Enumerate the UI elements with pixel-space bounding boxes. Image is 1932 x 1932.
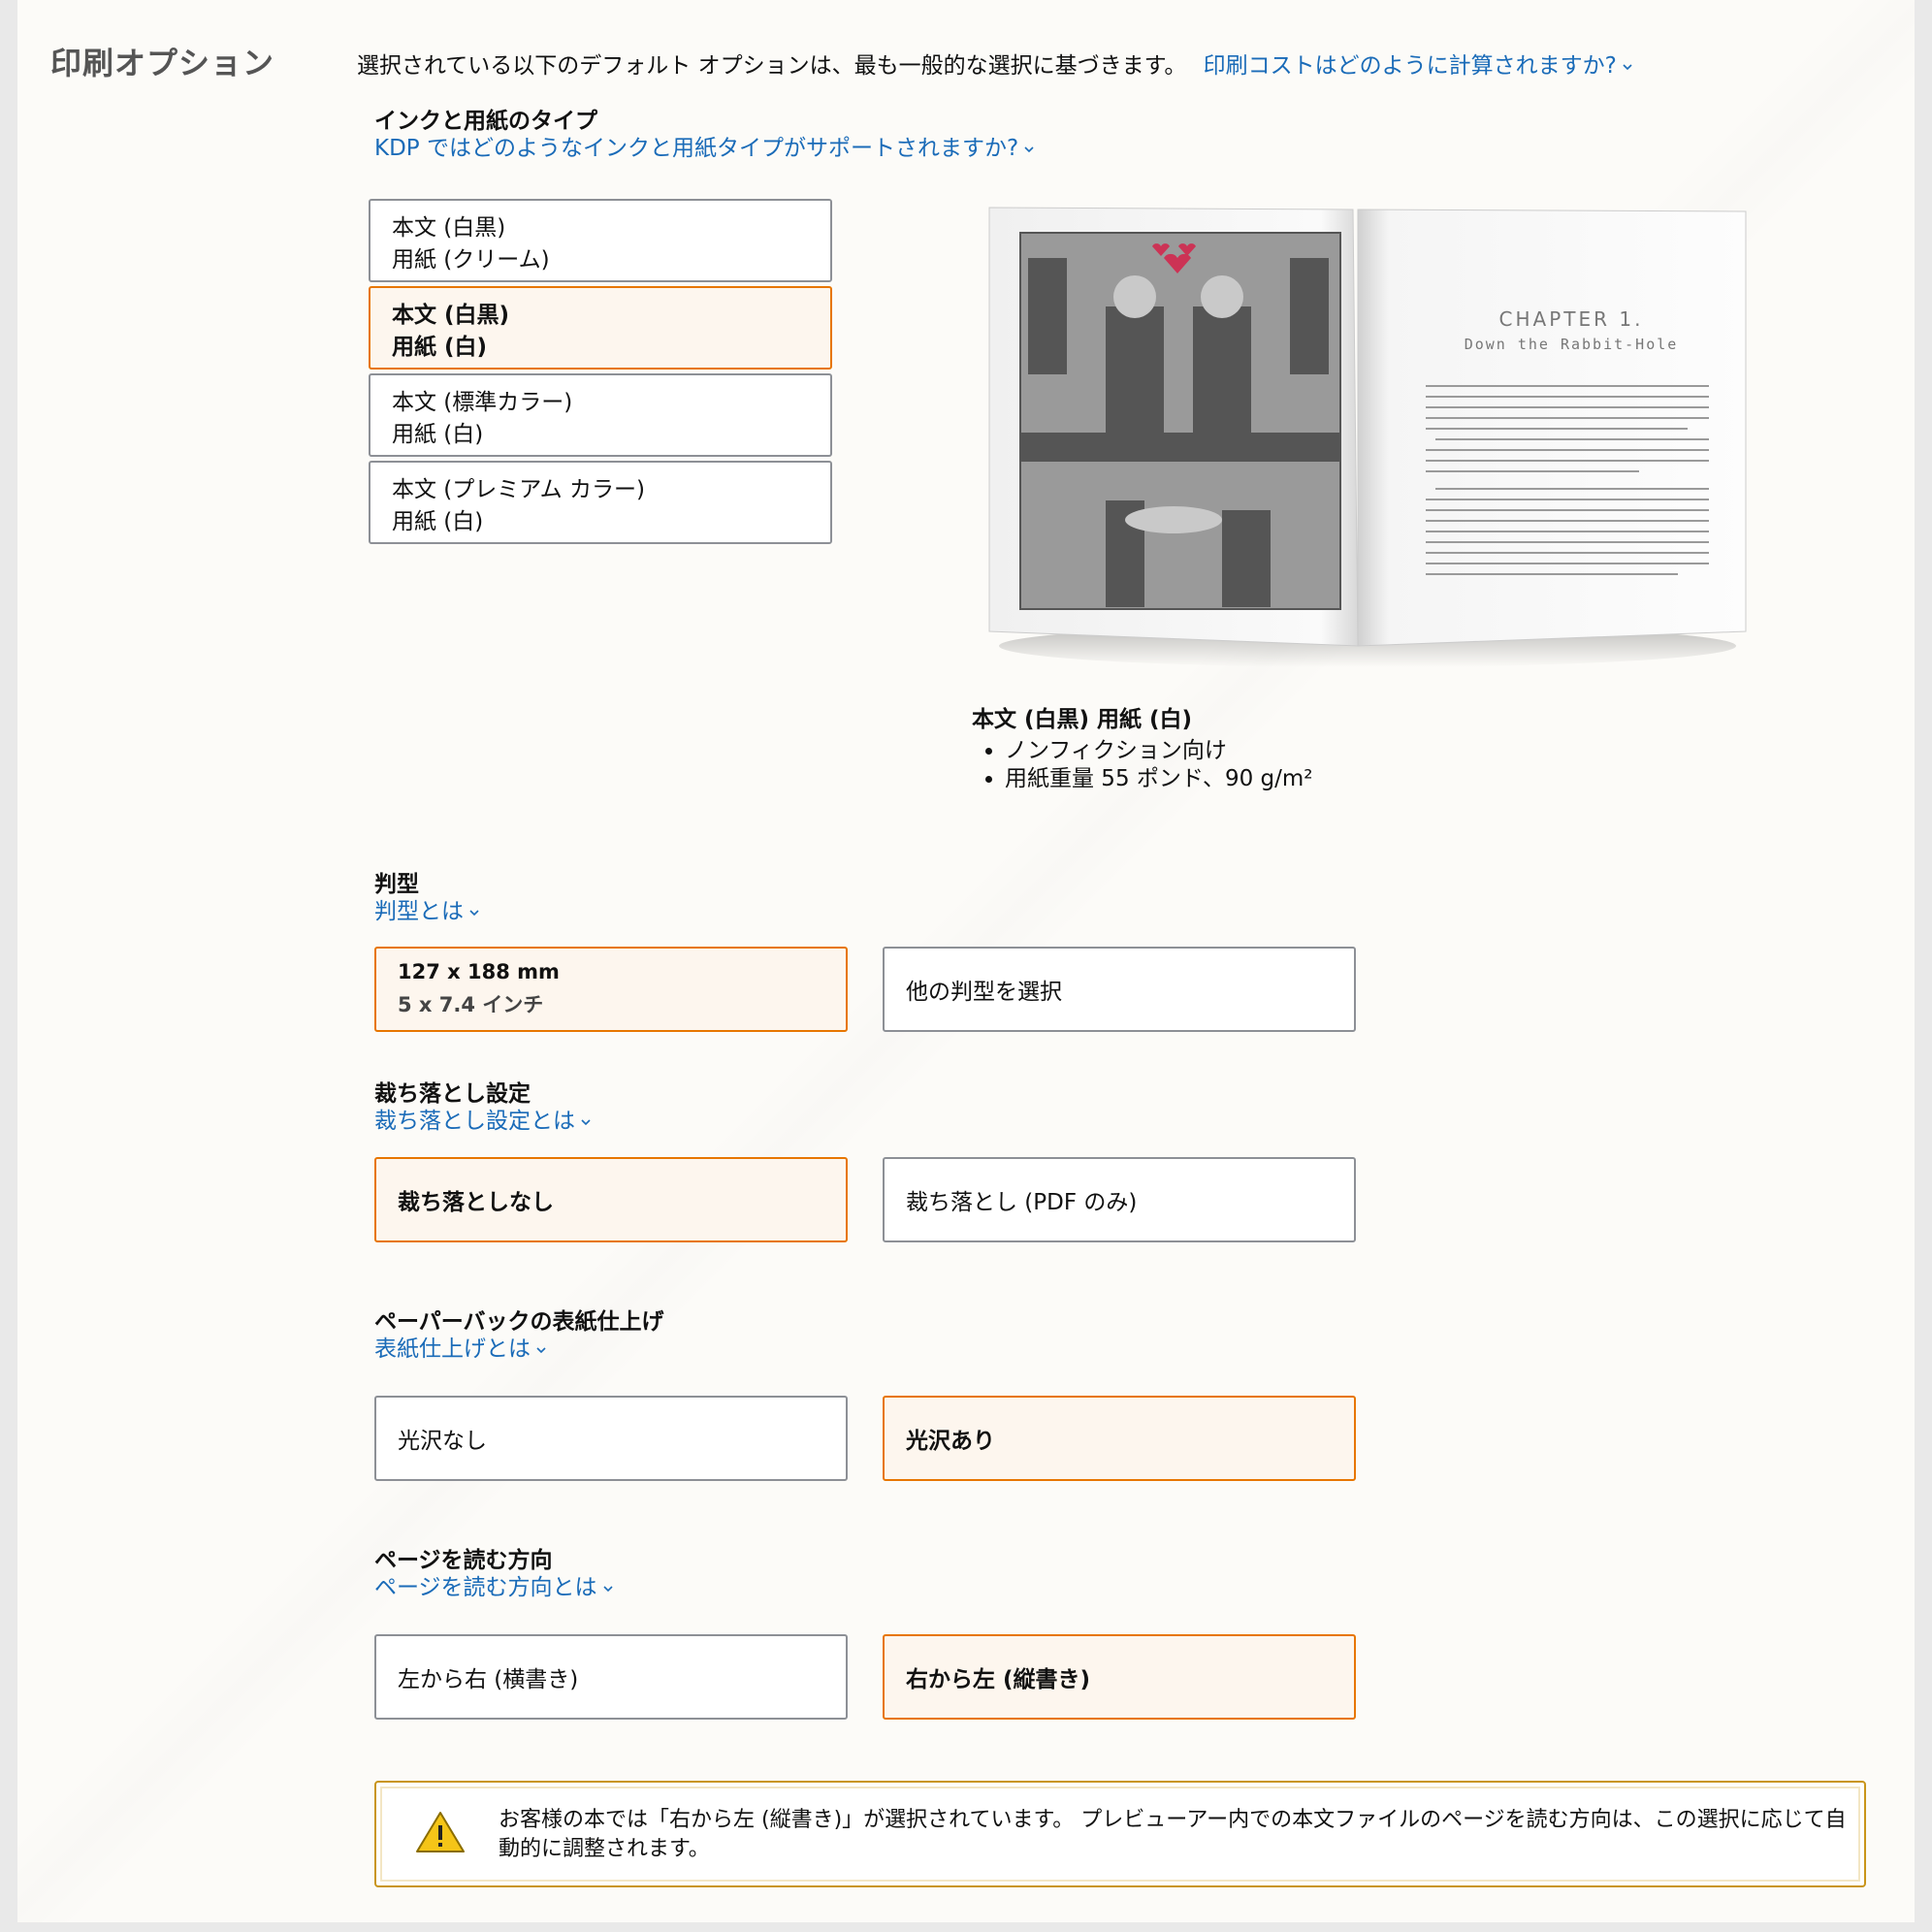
reading-direction-option-ltr[interactable]: 左から右 (横書き): [374, 1634, 848, 1720]
trim-size-metric: 127 x 188 mm: [398, 960, 560, 983]
ink-option-line1: 本文 (プレミアム カラー): [392, 477, 645, 502]
reading-direction-help-link[interactable]: ページを読む方向とは: [374, 1568, 613, 1601]
ink-preview-bullet: 用紙重量 55 ポンド、90 g/m²: [1005, 765, 1313, 793]
trim-size-other-label: 他の判型を選択: [906, 980, 1062, 1005]
ink-option-bw-cream[interactable]: 本文 (白黒) 用紙 (クリーム): [369, 199, 832, 282]
trim-size-option-selected[interactable]: 127 x 188 mm 5 x 7.4 インチ: [374, 947, 848, 1032]
cover-finish-help-link[interactable]: 表紙仕上げとは: [374, 1330, 546, 1363]
bleed-help-link[interactable]: 裁ち落とし設定とは: [374, 1102, 591, 1135]
alert-message: お客様の本では「右から左 (縦書き)」が選択されています。 プレビューアー内での…: [499, 1808, 1847, 1861]
bleed-option-label: 裁ち落としなし: [398, 1190, 554, 1215]
bleed-option-bleed-pdf[interactable]: 裁ち落とし (PDF のみ): [883, 1157, 1356, 1242]
cover-finish-option-glossy[interactable]: 光沢あり: [883, 1396, 1356, 1481]
chevron-down-icon: [602, 1584, 613, 1594]
chevron-down-icon: [1024, 145, 1034, 154]
bleed-help-label: 裁ち落とし設定とは: [374, 1109, 575, 1134]
cover-finish-option-label: 光沢あり: [906, 1429, 995, 1454]
ink-preview-bullet: ノンフィクション向け: [1005, 737, 1313, 765]
chapter-subtitle: Down the Rabbit-Hole: [1465, 336, 1679, 353]
section-title: 印刷オプション: [50, 45, 275, 81]
trim-size-other-button[interactable]: 他の判型を選択: [883, 947, 1356, 1032]
intro-line: 選択されている以下のデフォルト オプションは、最も一般的な選択に基づきます。 印…: [357, 47, 1632, 80]
ink-option-premium-color-white[interactable]: 本文 (プレミアム カラー) 用紙 (白): [369, 461, 832, 544]
reading-direction-option-rtl[interactable]: 右から左 (縦書き): [883, 1634, 1356, 1720]
chevron-down-icon: [536, 1345, 546, 1355]
book-preview-image: CHAPTER 1. Down the Rabbit-Hole: [970, 190, 1765, 675]
ink-paper-help-link[interactable]: KDP ではどのようなインクと用紙タイプがサポートされますか?: [374, 129, 1034, 162]
reading-direction-help-label: ページを読む方向とは: [374, 1575, 597, 1600]
intro-text: 選択されている以下のデフォルト オプションは、最も一般的な選択に基づきます。: [357, 53, 1187, 79]
warning-icon: [415, 1810, 466, 1854]
chapter-title: CHAPTER 1.: [1499, 307, 1644, 331]
ink-option-line2: 用紙 (白): [392, 335, 488, 360]
ink-option-bw-white[interactable]: 本文 (白黒) 用紙 (白): [369, 286, 832, 370]
ink-option-line2: 用紙 (白): [392, 422, 484, 447]
trim-size-help-link[interactable]: 判型とは: [374, 892, 479, 925]
cover-finish-option-matte[interactable]: 光沢なし: [374, 1396, 848, 1481]
trim-size-imperial: 5 x 7.4 インチ: [398, 993, 544, 1016]
chevron-down-icon: [581, 1117, 591, 1127]
reading-direction-option-label: 左から右 (横書き): [398, 1667, 579, 1692]
ink-option-line1: 本文 (白黒): [392, 303, 510, 328]
reading-direction-option-label: 右から左 (縦書き): [906, 1667, 1091, 1692]
trim-size-help-label: 判型とは: [374, 899, 464, 924]
ink-option-line2: 用紙 (クリーム): [392, 247, 550, 273]
ink-option-standard-color-white[interactable]: 本文 (標準カラー) 用紙 (白): [369, 373, 832, 457]
bleed-option-label: 裁ち落とし (PDF のみ): [906, 1190, 1138, 1215]
reading-direction-alert: お客様の本では「右から左 (縦書き)」が選択されています。 プレビューアー内での…: [374, 1781, 1866, 1887]
cover-finish-help-label: 表紙仕上げとは: [374, 1336, 531, 1362]
ink-option-line1: 本文 (標準カラー): [392, 390, 573, 415]
ink-preview-caption-title: 本文 (白黒) 用紙 (白): [972, 707, 1193, 732]
ink-preview-bullets: ノンフィクション向け 用紙重量 55 ポンド、90 g/m²: [972, 737, 1313, 793]
ink-option-line2: 用紙 (白): [392, 509, 484, 534]
print-cost-help-link[interactable]: 印刷コストはどのように計算されますか?: [1204, 53, 1632, 79]
ink-paper-help-label: KDP ではどのようなインクと用紙タイプがサポートされますか?: [374, 136, 1019, 161]
print-cost-help-label: 印刷コストはどのように計算されますか?: [1203, 53, 1617, 79]
bleed-option-no-bleed[interactable]: 裁ち落としなし: [374, 1157, 848, 1242]
ink-option-line1: 本文 (白黒): [392, 215, 506, 241]
cover-finish-option-label: 光沢なし: [398, 1429, 487, 1454]
chevron-down-icon: [469, 908, 479, 918]
chevron-down-icon: [1623, 62, 1632, 72]
